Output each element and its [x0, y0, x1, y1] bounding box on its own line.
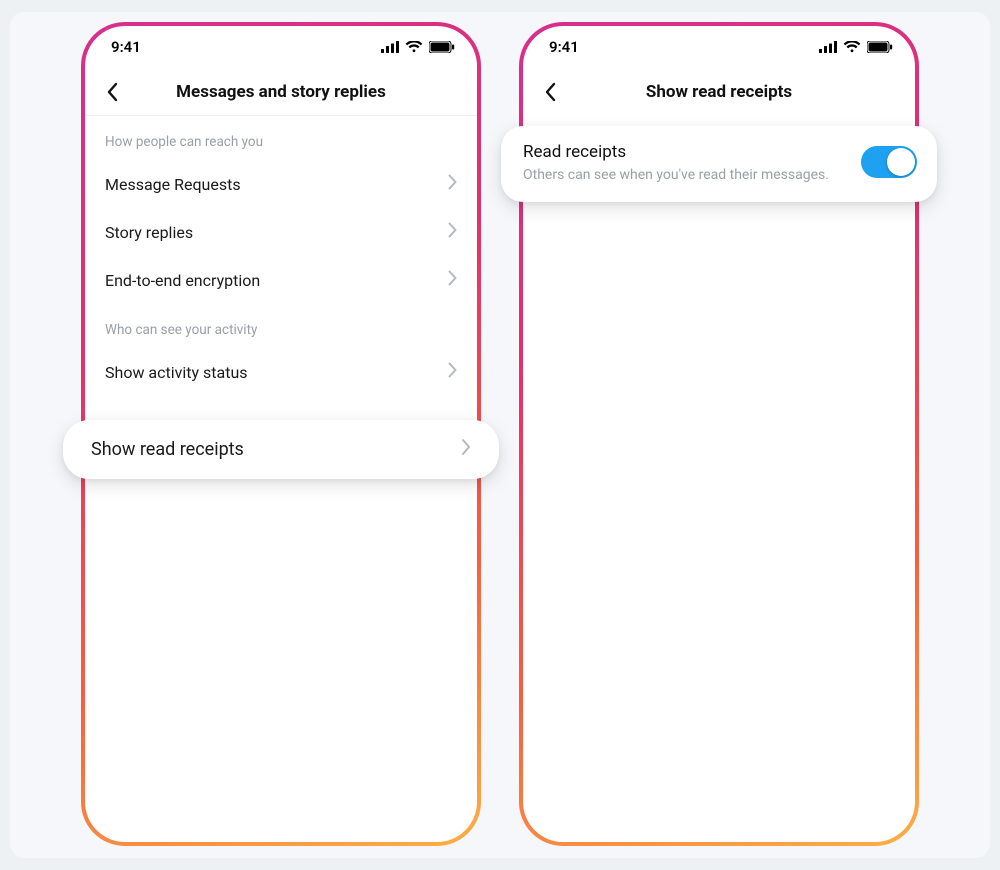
- cellular-icon: [381, 41, 399, 53]
- row-e2e-encryption[interactable]: End-to-end encryption: [85, 256, 477, 304]
- row-story-replies[interactable]: Story replies: [85, 208, 477, 256]
- section-header-reach: How people can reach you: [85, 116, 477, 160]
- status-indicators: [381, 41, 455, 53]
- settings-list: How people can reach you Message Request…: [85, 116, 477, 396]
- chevron-right-icon: [448, 174, 457, 194]
- wifi-icon: [843, 41, 861, 53]
- row-message-requests[interactable]: Message Requests: [85, 160, 477, 208]
- chevron-left-icon: [107, 82, 119, 102]
- chevron-left-icon: [545, 82, 557, 102]
- battery-icon: [429, 41, 455, 53]
- back-button[interactable]: [99, 78, 127, 106]
- chevron-right-icon: [448, 222, 457, 242]
- chevron-right-icon: [448, 270, 457, 290]
- wifi-icon: [405, 41, 423, 53]
- row-label: Story replies: [105, 223, 193, 242]
- row-activity-status[interactable]: Show activity status: [85, 348, 477, 396]
- chevron-right-icon: [461, 438, 471, 461]
- status-bar: 9:41: [523, 26, 915, 68]
- status-time: 9:41: [549, 38, 579, 56]
- row-label: Show read receipts: [91, 439, 244, 460]
- row-label: End-to-end encryption: [105, 271, 260, 290]
- header: Show read receipts: [523, 68, 915, 116]
- read-receipts-toggle[interactable]: [861, 146, 917, 178]
- cellular-icon: [819, 41, 837, 53]
- page-title: Show read receipts: [646, 82, 792, 102]
- section-header-activity: Who can see your activity: [85, 304, 477, 348]
- chevron-right-icon: [448, 362, 457, 382]
- page-title: Messages and story replies: [176, 82, 386, 102]
- row-label: Message Requests: [105, 175, 241, 194]
- row-label: Show activity status: [105, 363, 248, 382]
- read-receipts-card: Read receipts Others can see when you've…: [501, 126, 937, 202]
- phone-right: 9:41 Show read receipts Read receipts Ot…: [519, 22, 919, 846]
- back-button[interactable]: [537, 78, 565, 106]
- status-indicators: [819, 41, 893, 53]
- status-time: 9:41: [111, 38, 141, 56]
- card-text: Read receipts Others can see when you've…: [523, 142, 861, 184]
- row-show-read-receipts[interactable]: Show read receipts: [63, 420, 499, 479]
- status-bar: 9:41: [85, 26, 477, 68]
- phone-left: 9:41 Messages and story replies How peop…: [81, 22, 481, 846]
- stage: 9:41 Messages and story replies How peop…: [10, 12, 990, 858]
- battery-icon: [867, 41, 893, 53]
- toggle-knob: [887, 148, 915, 176]
- card-subtitle: Others can see when you've read their me…: [523, 166, 847, 184]
- card-title: Read receipts: [523, 142, 847, 162]
- header: Messages and story replies: [85, 68, 477, 116]
